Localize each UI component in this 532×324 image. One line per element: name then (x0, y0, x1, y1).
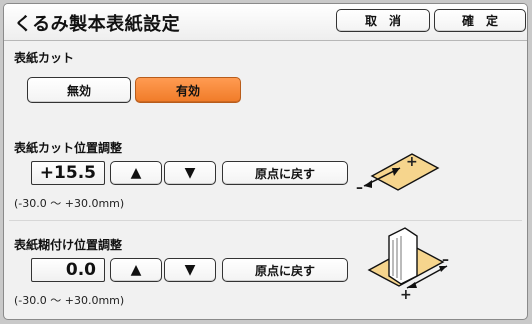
cancel-button[interactable]: 取 消 (336, 9, 430, 32)
section-divider (9, 220, 522, 221)
glue-diagram-minus: – (442, 252, 449, 268)
cover-cut-enabled-button[interactable]: 有効 (135, 77, 241, 103)
settings-panel: くるみ製本表紙設定 取 消 確 定 表紙カット 無効 有効 表紙カット位置調整 … (3, 3, 528, 320)
title-bar: くるみ製本表紙設定 取 消 確 定 (4, 4, 527, 41)
cut-diagram-minus: – (356, 180, 363, 196)
glue-position-label: 表紙糊付け位置調整 (14, 238, 123, 252)
glue-position-reset-button[interactable]: 原点に戻す (222, 258, 348, 282)
glue-position-up-button[interactable]: ▲ (110, 258, 162, 282)
glue-position-range: (-30.0 ～ +30.0mm) (14, 294, 125, 307)
cover-cut-label: 表紙カット (14, 51, 75, 65)
cut-position-label: 表紙カット位置調整 (14, 141, 123, 155)
cut-position-diagram (363, 153, 440, 191)
cut-position-up-button[interactable]: ▲ (110, 161, 162, 185)
cut-position-range: (-30.0 ～ +30.0mm) (14, 197, 125, 210)
glue-diagram-plus: + (400, 287, 412, 303)
glue-position-value: 0.0 (31, 258, 105, 282)
cover-cut-disabled-button[interactable]: 無効 (27, 77, 131, 103)
cut-position-down-button[interactable]: ▼ (164, 161, 216, 185)
glue-position-down-button[interactable]: ▼ (164, 258, 216, 282)
cut-position-reset-button[interactable]: 原点に戻す (222, 161, 348, 185)
page-title: くるみ製本表紙設定 (14, 14, 181, 35)
cut-diagram-plus: + (406, 154, 418, 170)
confirm-button[interactable]: 確 定 (434, 9, 526, 32)
cut-position-value: +15.5 (31, 161, 105, 185)
